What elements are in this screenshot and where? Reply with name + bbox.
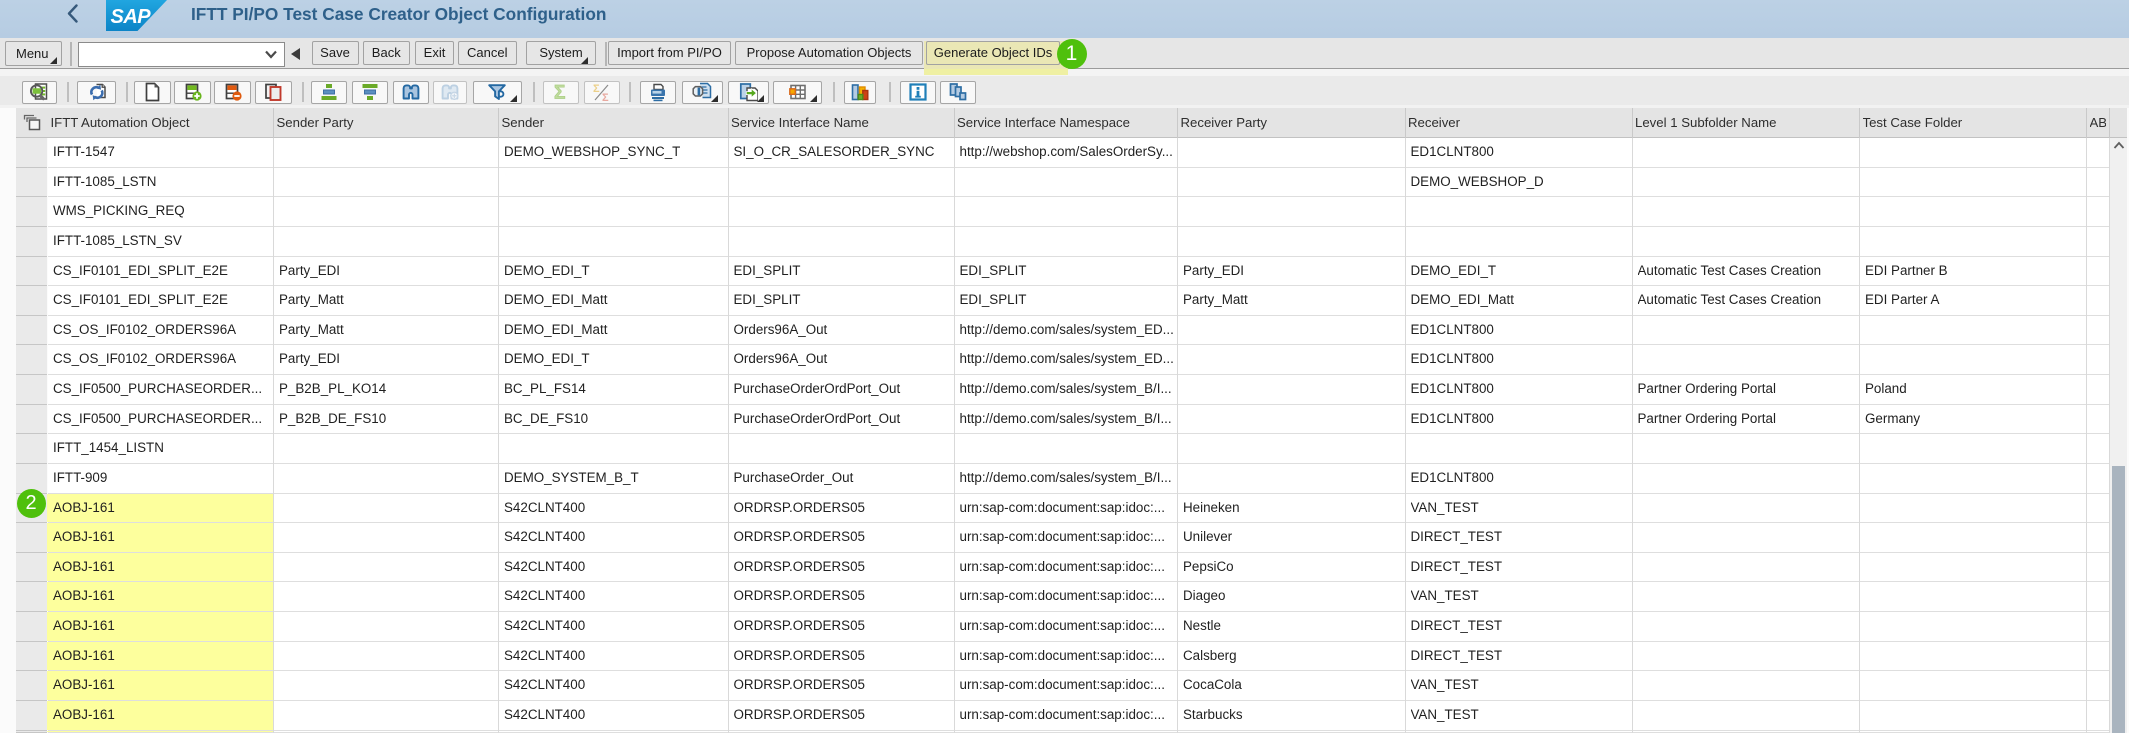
svg-text:Σ: Σ: [602, 92, 609, 102]
svg-text:Σ: Σ: [593, 83, 600, 95]
svg-text:SAP: SAP: [111, 6, 152, 28]
svg-text:Σ: Σ: [554, 83, 565, 103]
